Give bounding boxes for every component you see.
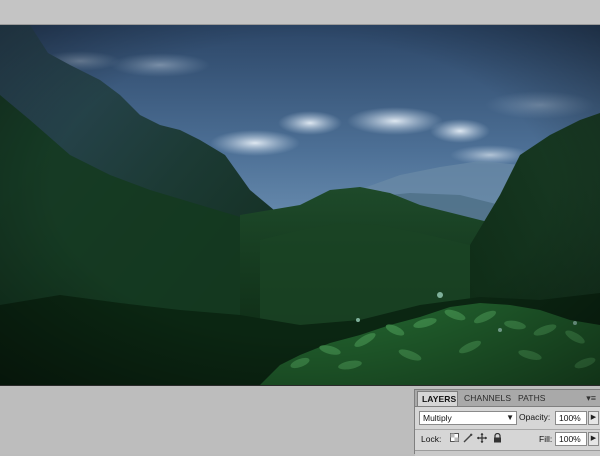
- options-bar-edge: [0, 0, 600, 25]
- layer-list[interactable]: [415, 450, 600, 456]
- blend-mode-select[interactable]: Multiply ▼: [419, 411, 517, 425]
- opacity-slider-arrow-icon[interactable]: ▶: [588, 411, 599, 425]
- fill-slider-arrow-icon[interactable]: ▶: [588, 432, 599, 446]
- lock-transparent-icon[interactable]: [449, 433, 459, 443]
- blend-mode-value: Multiply: [423, 413, 452, 423]
- lock-label: Lock:: [421, 434, 442, 444]
- landscape-photo: [0, 25, 600, 385]
- divider: [415, 429, 600, 430]
- tab-layers[interactable]: LAYERS: [417, 391, 458, 406]
- opacity-label: Opacity:: [519, 412, 551, 422]
- fill-label: Fill:: [539, 434, 553, 444]
- panel-tab-bar: LAYERS CHANNELS PATHS ▾≡: [415, 390, 600, 407]
- tab-channels[interactable]: CHANNELS: [460, 391, 512, 406]
- tab-paths[interactable]: PATHS: [514, 391, 550, 406]
- opacity-input[interactable]: 100%: [555, 411, 587, 425]
- panel-menu-icon[interactable]: ▾≡: [586, 392, 596, 404]
- lock-position-icon[interactable]: [477, 433, 487, 443]
- chevron-down-icon: ▼: [506, 413, 514, 422]
- document-canvas[interactable]: [0, 25, 600, 386]
- lock-all-icon[interactable]: [492, 432, 502, 443]
- layers-panel: LAYERS CHANNELS PATHS ▾≡ Multiply ▼ Opac…: [414, 389, 600, 456]
- fill-input[interactable]: 100%: [555, 432, 587, 446]
- lock-image-icon[interactable]: [463, 433, 473, 443]
